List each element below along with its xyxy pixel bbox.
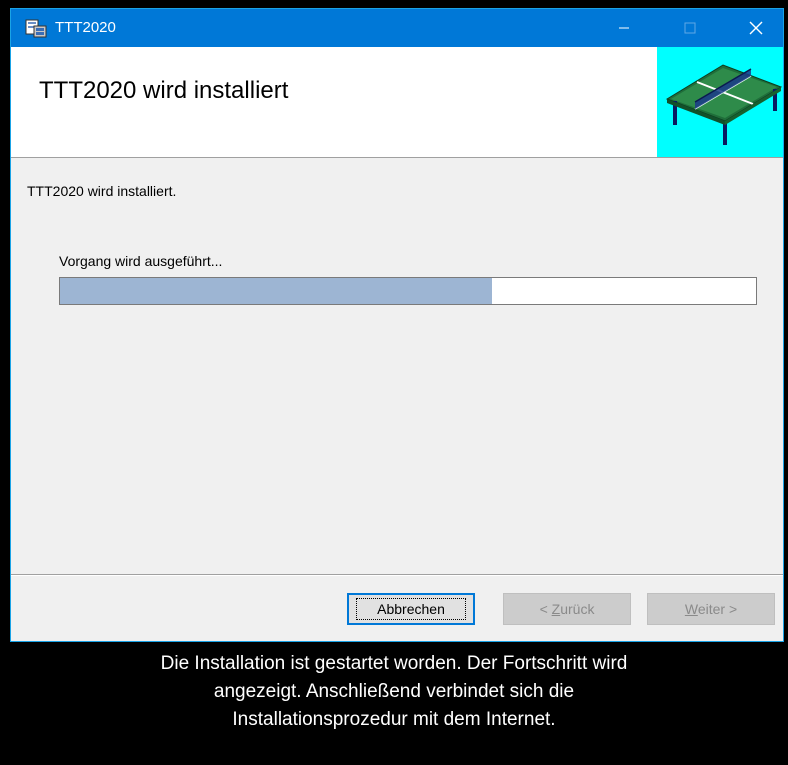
installer-window: TTT2020 TTT2020 wird installiert TTT2020… bbox=[10, 8, 784, 642]
header-banner: TTT2020 wird installiert bbox=[11, 47, 783, 158]
footer-divider bbox=[11, 574, 783, 576]
back-button-label: < Zurück bbox=[539, 601, 595, 617]
cancel-button[interactable]: Abbrechen bbox=[347, 593, 475, 625]
cancel-button-label: Abbrechen bbox=[356, 598, 466, 620]
caption-text: Die Installation ist gestartet worden. D… bbox=[24, 650, 764, 734]
caption-line: Die Installation ist gestartet worden. D… bbox=[160, 653, 628, 674]
table-tennis-table-icon bbox=[657, 47, 783, 157]
screen: TTT2020 TTT2020 wird installiert TTT2020… bbox=[0, 0, 788, 765]
close-button[interactable] bbox=[733, 9, 779, 47]
close-icon bbox=[749, 21, 763, 35]
progress-bar bbox=[59, 277, 757, 305]
minimize-icon bbox=[619, 27, 629, 29]
progress-label: Vorgang wird ausgeführt... bbox=[59, 253, 223, 269]
banner-title: TTT2020 wird installiert bbox=[39, 77, 289, 104]
maximize-icon bbox=[684, 22, 696, 34]
next-button: Weiter > bbox=[647, 593, 775, 625]
next-button-label: Weiter > bbox=[684, 601, 738, 617]
caption-line: Installationsprozedur mit dem Internet. bbox=[232, 709, 556, 730]
maximize-button bbox=[667, 9, 713, 47]
installer-icon bbox=[25, 19, 47, 38]
progress-bar-fill bbox=[60, 278, 492, 304]
caption-line: angezeigt. Anschließend verbindet sich d… bbox=[213, 681, 575, 702]
back-button: < Zurück bbox=[503, 593, 631, 625]
status-text: TTT2020 wird installiert. bbox=[27, 183, 177, 199]
title-bar[interactable]: TTT2020 bbox=[11, 9, 783, 47]
minimize-button[interactable] bbox=[601, 9, 647, 47]
window-title: TTT2020 bbox=[55, 19, 116, 36]
